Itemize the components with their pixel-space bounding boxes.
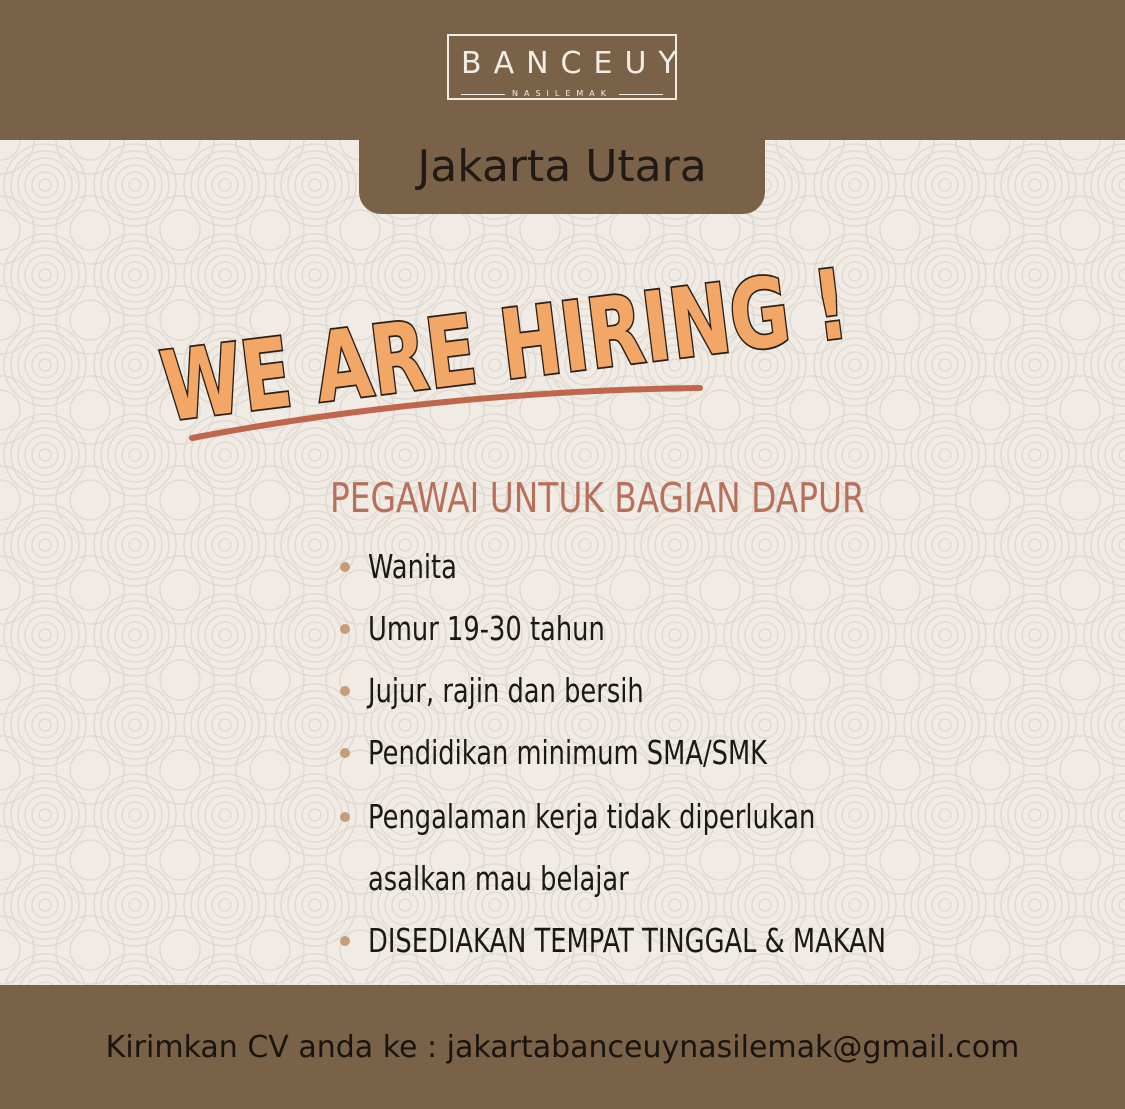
requirement-text: asalkan mau belajar	[368, 859, 629, 898]
bullet-icon	[340, 624, 350, 634]
location-tab: Jakarta Utara	[359, 138, 765, 214]
logo-rule-right	[619, 94, 663, 95]
requirement-text: Wanita	[368, 547, 457, 586]
headline-underline	[188, 380, 708, 450]
brand-subtitle-row: NASILEMAK	[461, 88, 663, 100]
requirement-text: Pendidikan minimum SMA/SMK	[368, 733, 768, 772]
contact-line: Kirimkan CV anda ke : jakartabanceuynasi…	[105, 1030, 1020, 1065]
bullet-icon	[340, 748, 350, 758]
hiring-poster: BANCEUY NASILEMAK Jakarta Utara WE ARE H…	[0, 0, 1125, 1109]
requirement-text: DISEDIAKAN TEMPAT TINGGAL & MAKAN	[368, 921, 887, 960]
bullet-icon	[340, 812, 350, 822]
list-item-continuation: asalkan mau belajar	[340, 852, 1100, 912]
location-label: Jakarta Utara	[417, 141, 707, 192]
list-item: Jujur, rajin dan bersih	[340, 664, 1100, 724]
list-item: DISEDIAKAN TEMPAT TINGGAL & MAKAN	[340, 914, 1100, 974]
bullet-icon	[340, 936, 350, 946]
requirement-text: Jujur, rajin dan bersih	[368, 671, 644, 710]
list-item: Pendidikan minimum SMA/SMK	[340, 726, 1100, 786]
bullet-icon	[340, 686, 350, 696]
requirement-text: Pengalaman kerja tidak diperlukan	[368, 797, 816, 836]
requirement-text: Umur 19-30 tahun	[368, 609, 605, 648]
position-title: PEGAWAI UNTUK BAGIAN DAPUR	[330, 474, 865, 522]
brand-logo: BANCEUY NASILEMAK	[447, 34, 677, 100]
list-item: Pengalaman kerja tidak diperlukan	[340, 790, 1100, 850]
brand-name: BANCEUY	[461, 46, 689, 81]
bullet-icon	[340, 562, 350, 572]
list-item: Umur 19-30 tahun	[340, 602, 1100, 662]
list-item: Wanita	[340, 540, 1100, 600]
